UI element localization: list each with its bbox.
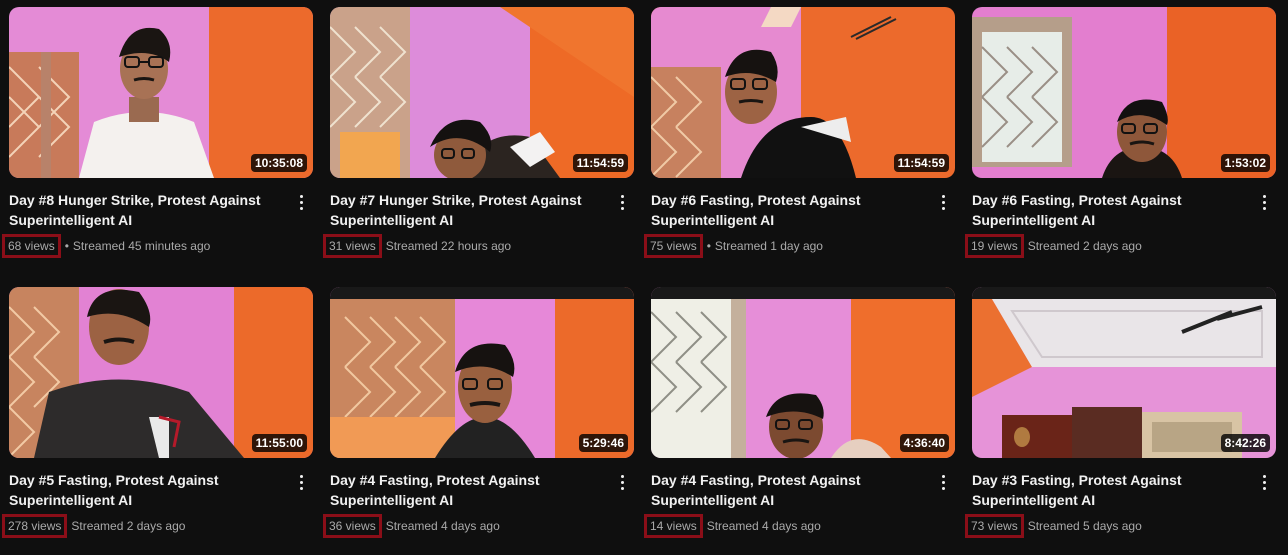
video-duration: 5:29:46 [578,434,628,452]
video-title-line: Superintelligent AI [651,212,775,228]
video-title-line: Day #7 Hunger Strike, Protest Against [330,192,582,208]
video-thumbnail[interactable]: 10:35:08 [9,7,313,178]
man-bottom-frame-thumbnail [651,287,955,458]
video-duration: 1:53:02 [1220,154,1270,172]
video-metadata: 75 views • Streamed 1 day ago [644,234,955,258]
stream-time: Streamed 4 days ago [385,519,500,533]
stream-time: Streamed 5 days ago [1027,519,1142,533]
video-metadata: 68 views • Streamed 45 minutes ago [2,234,313,258]
video-title-line: Superintelligent AI [972,492,1096,508]
view-count: 19 views [965,234,1024,258]
video-card[interactable]: 1:53:02 Day #6 Fasting, Protest Against … [965,7,1276,271]
view-count: 278 views [2,514,68,538]
more-actions-icon[interactable] [935,472,951,492]
video-title[interactable]: Day #4 Fasting, Protest Against Superint… [330,470,600,510]
video-title-line: Day #3 Fasting, Protest Against [972,472,1182,488]
video-title[interactable]: Day #8 Hunger Strike, Protest Against Su… [9,190,279,230]
room-ceiling-fan-thumbnail [972,287,1276,458]
video-card[interactable]: 11:55:00 Day #5 Fasting, Protest Against… [2,287,313,551]
video-thumbnail[interactable]: 5:29:46 [330,287,634,458]
video-duration: 11:54:59 [572,154,628,172]
video-thumbnail[interactable]: 11:54:59 [651,7,955,178]
video-card[interactable]: 11:54:59 Day #7 Hunger Strike, Protest A… [323,7,634,271]
view-count: 68 views [2,234,61,258]
man-sitting-pink-wall-thumbnail [9,7,313,178]
man-black-tshirt-thumbnail [9,287,313,458]
video-metadata: 31 views Streamed 22 hours ago [323,234,634,258]
video-thumbnail[interactable]: 11:54:59 [330,7,634,178]
more-actions-icon[interactable] [293,472,309,492]
video-duration: 10:35:08 [250,154,307,172]
view-count: 36 views [323,514,382,538]
view-count: 75 views [644,234,703,258]
video-metadata: 73 views Streamed 5 days ago [965,514,1276,538]
video-metadata: 278 views Streamed 2 days ago [2,514,313,538]
video-title-line: Day #6 Fasting, Protest Against [972,192,1182,208]
stream-time: Streamed 2 days ago [1027,239,1142,253]
video-card[interactable]: 11:54:59 Day #6 Fasting, Protest Against… [644,7,955,271]
man-lying-down-thumbnail [330,7,634,178]
video-title[interactable]: Day #3 Fasting, Protest Against Superint… [972,470,1242,510]
video-title-line: Day #4 Fasting, Protest Against [651,472,861,488]
view-count: 31 views [323,234,382,258]
video-title[interactable]: Day #6 Fasting, Protest Against Superint… [972,190,1242,230]
video-title-line: Superintelligent AI [9,212,133,228]
stream-time: Streamed 45 minutes ago [72,239,211,253]
video-duration: 4:36:40 [899,434,949,452]
video-metadata: 14 views Streamed 4 days ago [644,514,955,538]
more-actions-icon[interactable] [1256,472,1272,492]
video-metadata: 19 views Streamed 2 days ago [965,234,1276,258]
man-center-frame-thumbnail [330,287,634,458]
video-title-line: Day #8 Hunger Strike, Protest Against [9,192,261,208]
video-title-line: Superintelligent AI [651,492,775,508]
stream-time: Streamed 4 days ago [706,519,821,533]
video-duration: 11:54:59 [893,154,949,172]
video-title[interactable]: Day #6 Fasting, Protest Against Superint… [651,190,921,230]
video-title-line: Superintelligent AI [9,492,133,508]
video-thumbnail[interactable]: 4:36:40 [651,287,955,458]
video-duration: 11:55:00 [251,434,307,452]
video-duration: 8:42:26 [1220,434,1270,452]
video-thumbnail[interactable]: 1:53:02 [972,7,1276,178]
more-actions-icon[interactable] [614,472,630,492]
meta-separator: • [706,239,711,253]
video-card[interactable]: 10:35:08 Day #8 Hunger Strike, Protest A… [2,7,313,271]
more-actions-icon[interactable] [614,192,630,212]
video-thumbnail[interactable]: 8:42:26 [972,287,1276,458]
video-title-line: Superintelligent AI [330,212,454,228]
man-near-window-thumbnail [972,7,1276,178]
more-actions-icon[interactable] [1256,192,1272,212]
video-card[interactable]: 5:29:46 Day #4 Fasting, Protest Against … [323,287,634,551]
view-count: 14 views [644,514,703,538]
stream-time: Streamed 1 day ago [714,239,823,253]
video-title-line: Day #4 Fasting, Protest Against [330,472,540,488]
video-title-line: Superintelligent AI [330,492,454,508]
man-sitting-orange-wall-thumbnail [651,7,955,178]
more-actions-icon[interactable] [293,192,309,212]
video-metadata: 36 views Streamed 4 days ago [323,514,634,538]
video-thumbnail[interactable]: 11:55:00 [9,287,313,458]
video-grid: 10:35:08 Day #8 Hunger Strike, Protest A… [2,7,1276,551]
stream-time: Streamed 2 days ago [71,519,186,533]
video-title-line: Superintelligent AI [972,212,1096,228]
meta-separator: • [64,239,69,253]
more-actions-icon[interactable] [935,192,951,212]
view-count: 73 views [965,514,1024,538]
stream-time: Streamed 22 hours ago [385,239,512,253]
video-title[interactable]: Day #7 Hunger Strike, Protest Against Su… [330,190,600,230]
video-card[interactable]: 4:36:40 Day #4 Fasting, Protest Against … [644,287,955,551]
video-title[interactable]: Day #5 Fasting, Protest Against Superint… [9,470,279,510]
video-card[interactable]: 8:42:26 Day #3 Fasting, Protest Against … [965,287,1276,551]
video-title-line: Day #6 Fasting, Protest Against [651,192,861,208]
video-title-line: Day #5 Fasting, Protest Against [9,472,219,488]
video-title[interactable]: Day #4 Fasting, Protest Against Superint… [651,470,921,510]
